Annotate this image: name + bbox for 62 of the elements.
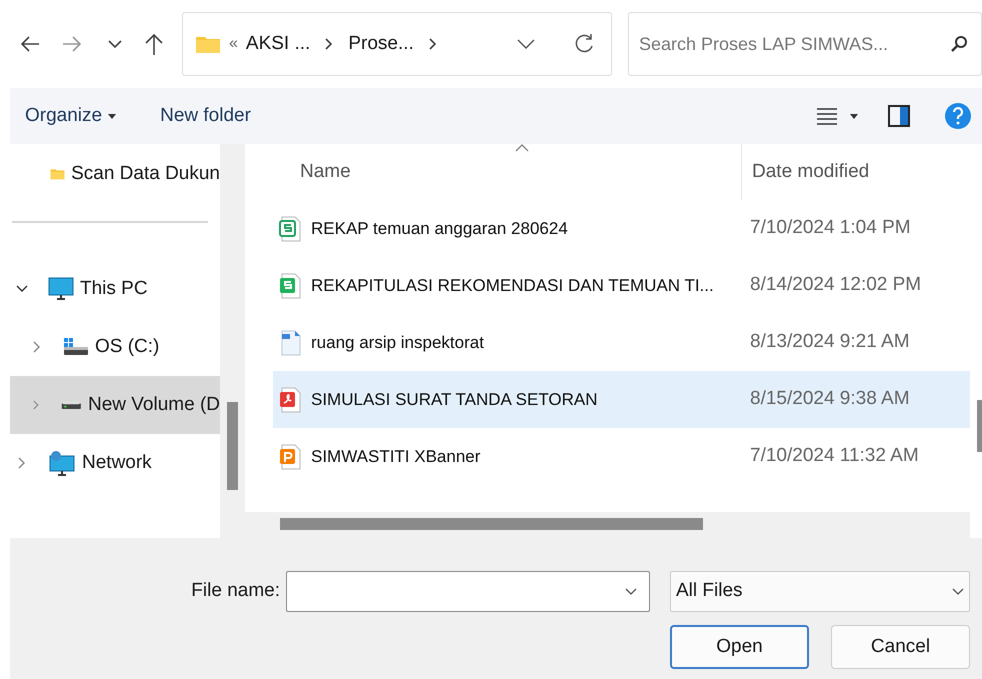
presentation-file-icon xyxy=(279,444,301,470)
tree-item[interactable]: New Volume (D xyxy=(10,376,220,434)
preview-pane-icon[interactable] xyxy=(888,105,910,127)
date-modified: 8/14/2024 12:02 PM xyxy=(749,273,922,298)
overflow-mark[interactable]: « xyxy=(229,32,238,56)
file-type-dropdown[interactable]: All Files xyxy=(670,571,970,612)
folder-icon xyxy=(195,34,221,54)
file-row[interactable]: REKAP temuan anggaran 280624 7/10/2024 1:04 PM xyxy=(273,200,970,257)
spreadsheet-icon xyxy=(279,216,301,242)
file-row[interactable]: ruang arsip inspektorat 8/13/2024 9:21 AM xyxy=(273,314,970,371)
organize-button[interactable]: Organize xyxy=(25,102,116,130)
date-modified: 7/10/2024 11:32 AM xyxy=(749,444,919,468)
file-type-value: All Files xyxy=(676,579,744,604)
help-icon[interactable] xyxy=(944,102,972,130)
address-bar[interactable]: « AKSI ... Prose... xyxy=(182,12,612,76)
file-row[interactable]: REKAPITULASI REKOMENDASI DAN TEMUAN TI... 8/14/2024 12:02 PM xyxy=(273,257,970,314)
sidebar-item[interactable]: Scan Data Dukun xyxy=(0,154,220,194)
chevron-down-icon xyxy=(108,40,122,48)
date-modified: 8/13/2024 9:21 AM xyxy=(749,330,910,354)
file-row[interactable]: SIMULASI SURAT TANDA SETORAN 8/15/2024 9:38 AM xyxy=(273,371,970,428)
column-header[interactable]: Date modified xyxy=(742,144,870,200)
scrollbar-thumb[interactable] xyxy=(280,518,703,530)
up-arrow-icon xyxy=(144,32,164,56)
new-folder-button[interactable]: New folder xyxy=(160,102,251,130)
scrollbar-thumb[interactable] xyxy=(227,402,238,490)
list-view-icon xyxy=(816,107,838,125)
caret-icon xyxy=(108,114,116,118)
forward-arrow-icon xyxy=(61,35,83,53)
refresh-icon[interactable] xyxy=(573,33,595,55)
file-name: REKAP temuan anggaran 280624 xyxy=(311,218,568,240)
breadcrumb-item[interactable]: AKSI ... xyxy=(246,30,310,58)
image-file-icon xyxy=(279,330,301,356)
column-header[interactable]: Name xyxy=(275,144,742,200)
file-name: SIMULASI SURAT TANDA SETORAN xyxy=(311,388,598,411)
search-icon xyxy=(950,35,968,53)
cancel-button[interactable]: Cancel xyxy=(831,625,970,669)
file-name-field[interactable] xyxy=(286,571,650,612)
date-modified: 8/15/2024 9:38 AM xyxy=(749,387,910,412)
file-name: ruang arsip inspektorat xyxy=(311,332,484,354)
spreadsheet-icon xyxy=(279,272,301,298)
chevron-right-icon[interactable] xyxy=(324,38,334,50)
network-icon xyxy=(48,450,76,476)
file-name: REKAPITULASI REKOMENDASI DAN TEMUAN TI... xyxy=(311,274,714,297)
back-arrow-icon xyxy=(19,35,41,53)
date-modified: 7/10/2024 1:04 PM xyxy=(749,216,911,240)
monitor-icon xyxy=(48,277,74,301)
chevron-down-icon[interactable] xyxy=(16,285,28,293)
open-button[interactable]: Open xyxy=(670,625,809,669)
breadcrumb-item[interactable]: Prose... xyxy=(348,30,414,58)
scrollbar-thumb[interactable] xyxy=(977,400,982,452)
chevron-right-icon[interactable] xyxy=(428,38,438,50)
chevron-down-icon xyxy=(625,588,637,595)
pdf-file-icon xyxy=(279,386,301,412)
chevron-down-icon xyxy=(952,588,964,595)
view-options-button[interactable] xyxy=(816,107,858,125)
search-field[interactable]: Search Proses LAP SIMWAS... xyxy=(628,12,982,76)
file-row[interactable]: SIMWASTITI XBanner 7/10/2024 11:32 AM xyxy=(273,428,970,485)
chevron-down-icon[interactable] xyxy=(517,39,535,49)
caret-icon xyxy=(850,114,858,118)
file-name-label: File name: xyxy=(191,579,280,604)
file-name: SIMWASTITI XBanner xyxy=(311,446,480,468)
drive-icon xyxy=(63,337,89,357)
